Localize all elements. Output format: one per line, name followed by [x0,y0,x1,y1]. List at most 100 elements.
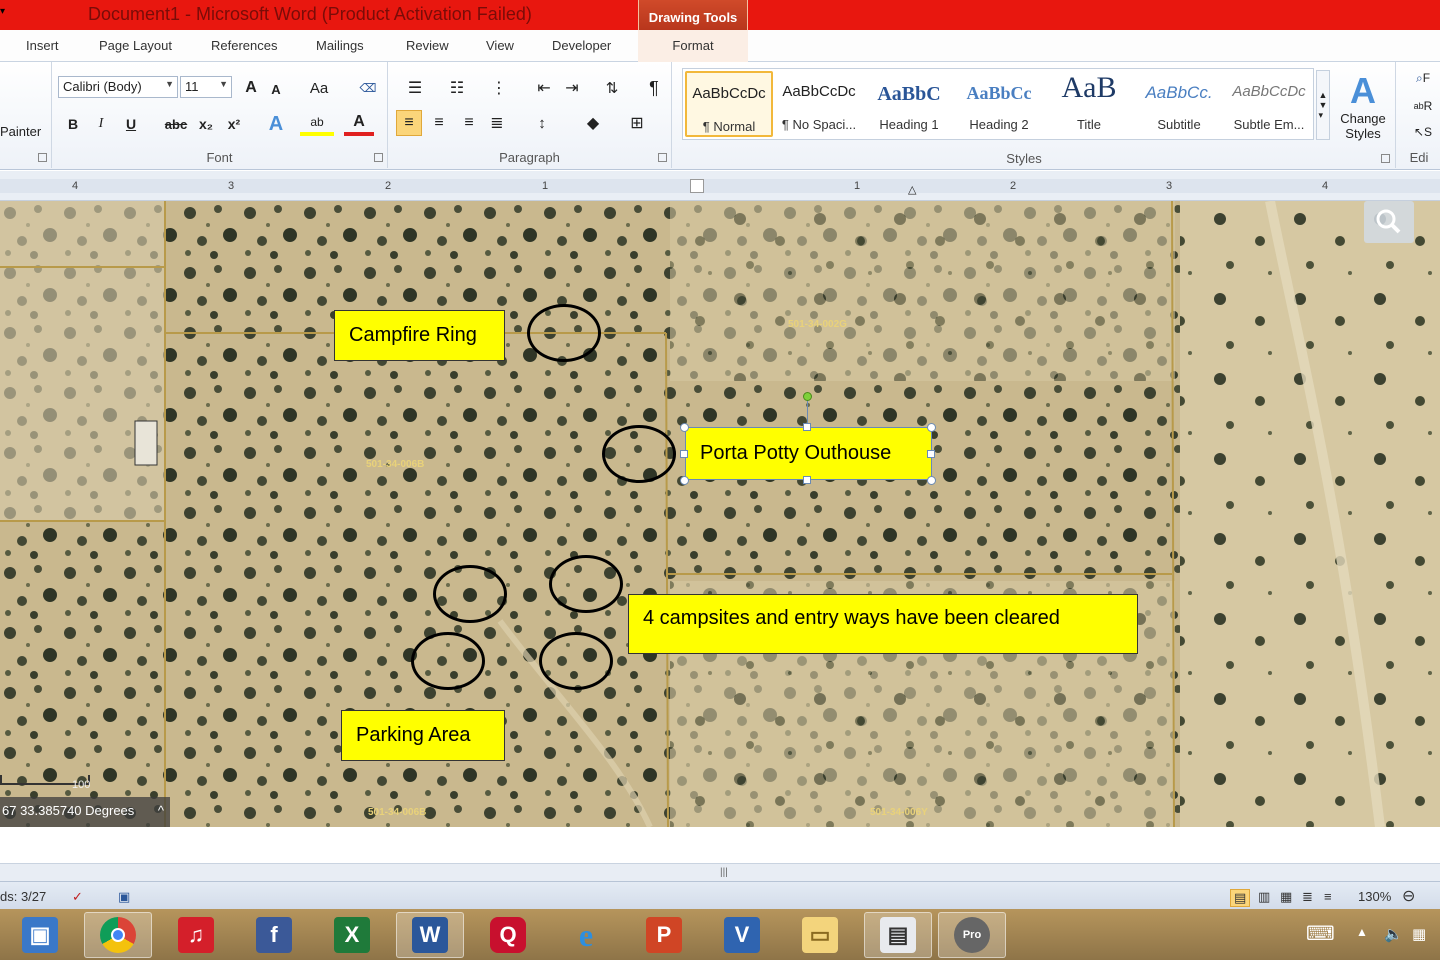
style-no-spacing[interactable]: AaBbCcDc ¶ No Spaci... [775,71,863,137]
font-size-combo[interactable]: 11 ▼ [180,76,232,98]
text-effects-icon[interactable]: A [262,112,290,136]
taskbar-quicken[interactable]: Q [474,912,542,958]
resize-handle[interactable] [680,476,689,485]
replace-button[interactable]: ab R [1406,96,1440,116]
italic-button[interactable]: I [90,112,112,136]
resize-handle[interactable] [680,423,689,432]
map-search-button[interactable] [1364,201,1414,243]
highlight-button[interactable]: ab [300,112,334,136]
taskbar-music[interactable]: ♫ [162,912,230,958]
bullets-icon[interactable]: ☰ [398,76,432,100]
tab-mailings[interactable]: Mailings [316,38,364,53]
campsite-circle[interactable] [411,632,485,690]
resize-handle[interactable] [803,476,811,484]
taskbar-control-panel[interactable]: ▣ [6,912,74,958]
scrollbar-grip-icon[interactable]: ||| [720,867,728,878]
campfire-ring-label[interactable]: Campfire Ring [334,310,505,361]
shrink-font-button[interactable]: A [266,78,286,100]
superscript-button[interactable]: x² [222,112,246,136]
taskbar-google-earth-pro[interactable]: Pro [938,912,1006,958]
numbering-icon[interactable]: ☷ [440,76,474,100]
resize-handle[interactable] [927,450,935,458]
web-layout-view-icon[interactable]: ▦ [1280,889,1292,905]
font-name-combo[interactable]: Calibri (Body) ▼ [58,76,178,98]
campsite-circle[interactable] [549,555,623,613]
bold-button[interactable]: B [62,112,84,136]
volume-icon[interactable]: 🔈 [1384,925,1403,943]
outline-view-icon[interactable]: ≣ [1302,889,1313,905]
taskbar-internet-explorer[interactable]: e [552,912,620,958]
word-count[interactable]: ds: 3/27 [0,889,46,904]
style-subtitle[interactable]: AaBbCc. Subtitle [1135,71,1223,137]
style-normal[interactable]: AaBbCcDc ¶ Normal [685,71,773,137]
rotate-handle[interactable] [803,392,812,401]
tab-view[interactable]: View [486,38,514,53]
right-indent-marker-icon[interactable]: △ [908,183,916,196]
porta-potty-label[interactable]: Porta Potty Outhouse [685,427,932,480]
taskbar-facebook[interactable]: f [240,912,308,958]
font-launcher-icon[interactable] [374,153,383,162]
network-icon[interactable]: ▦ [1412,925,1426,943]
campsite-circle[interactable] [433,565,507,623]
parking-area-label[interactable]: Parking Area [341,710,505,761]
align-left-icon[interactable]: ≡ [396,110,422,136]
clipboard-launcher-icon[interactable] [38,153,47,162]
taskbar-word[interactable]: W [396,912,464,958]
resize-handle[interactable] [680,450,688,458]
tab-developer[interactable]: Developer [552,38,611,53]
full-screen-view-icon[interactable]: ▥ [1258,889,1270,905]
style-heading-2[interactable]: AaBbCc Heading 2 [955,71,1043,137]
resize-handle[interactable] [927,476,936,485]
zoom-out-icon[interactable]: ⊖ [1402,886,1415,906]
find-button[interactable]: ⌕ F [1406,68,1440,88]
underline-button[interactable]: U [120,112,142,136]
outhouse-circle[interactable] [602,425,676,483]
quick-access-dropdown-icon[interactable]: ▾ [0,6,10,22]
strikethrough-button[interactable]: abc [162,112,190,136]
taskbar-excel[interactable]: X [318,912,386,958]
styles-scroll-icon[interactable]: ▲ ▼ ▾ [1316,70,1330,140]
proofing-icon[interactable]: ✓ [72,889,83,905]
horizontal-scrollbar[interactable]: ||| [0,863,1440,881]
tab-page-layout[interactable]: Page Layout [99,38,172,53]
resize-handle[interactable] [803,423,811,431]
line-spacing-icon[interactable]: ↕ [526,110,558,136]
horizontal-ruler[interactable]: △ 4 3 2 1 1 2 3 4 [0,171,1440,201]
campsite-circle[interactable] [539,632,613,690]
tab-insert[interactable]: Insert [26,38,59,53]
align-center-icon[interactable]: ≡ [426,110,452,136]
campfire-circle[interactable] [527,304,601,362]
macro-record-icon[interactable]: ▣ [118,889,130,905]
show-marks-button[interactable]: ¶ [642,76,666,100]
style-subtle-emphasis[interactable]: AaBbCcDc Subtle Em... [1225,71,1313,137]
style-title[interactable]: AaB Title [1045,71,1133,137]
style-heading-1[interactable]: AaBbC Heading 1 [865,71,953,137]
taskbar-visio[interactable]: V [708,912,776,958]
tray-expand-icon[interactable]: ▲ [1356,925,1368,939]
change-case-button[interactable]: Aa [304,76,334,100]
taskbar-powerpoint[interactable]: P [630,912,698,958]
grow-font-button[interactable]: A [240,76,262,100]
font-color-button[interactable]: A [344,112,374,136]
taskbar-chrome[interactable] [84,912,152,958]
draft-view-icon[interactable]: ≡ [1324,889,1332,904]
sort-icon[interactable]: ⇅ [600,76,624,100]
paragraph-launcher-icon[interactable] [658,153,667,162]
print-layout-view-icon[interactable]: ▤ [1230,889,1251,907]
multilevel-list-icon[interactable]: ⋮ [482,76,516,100]
styles-launcher-icon[interactable] [1381,154,1390,163]
increase-indent-icon[interactable]: ⇥ [560,76,584,100]
decrease-indent-icon[interactable]: ⇤ [532,76,556,100]
change-styles-button[interactable]: A Change Styles [1334,66,1392,146]
clear-formatting-icon[interactable]: ⌫ [356,76,380,100]
taskbar-scanner[interactable]: ▤ [864,912,932,958]
borders-icon[interactable]: ⊞ [620,110,654,136]
taskbar-file-explorer[interactable]: ▭ [786,912,854,958]
tab-format[interactable]: Format [638,30,748,62]
resize-handle[interactable] [927,423,936,432]
format-painter-button[interactable]: Painter [0,124,41,139]
tab-references[interactable]: References [211,38,277,53]
tab-review[interactable]: Review [406,38,449,53]
collapse-chevron-icon[interactable]: ^ [158,797,164,825]
campsites-cleared-label[interactable]: 4 campsites and entry ways have been cle… [628,594,1138,654]
